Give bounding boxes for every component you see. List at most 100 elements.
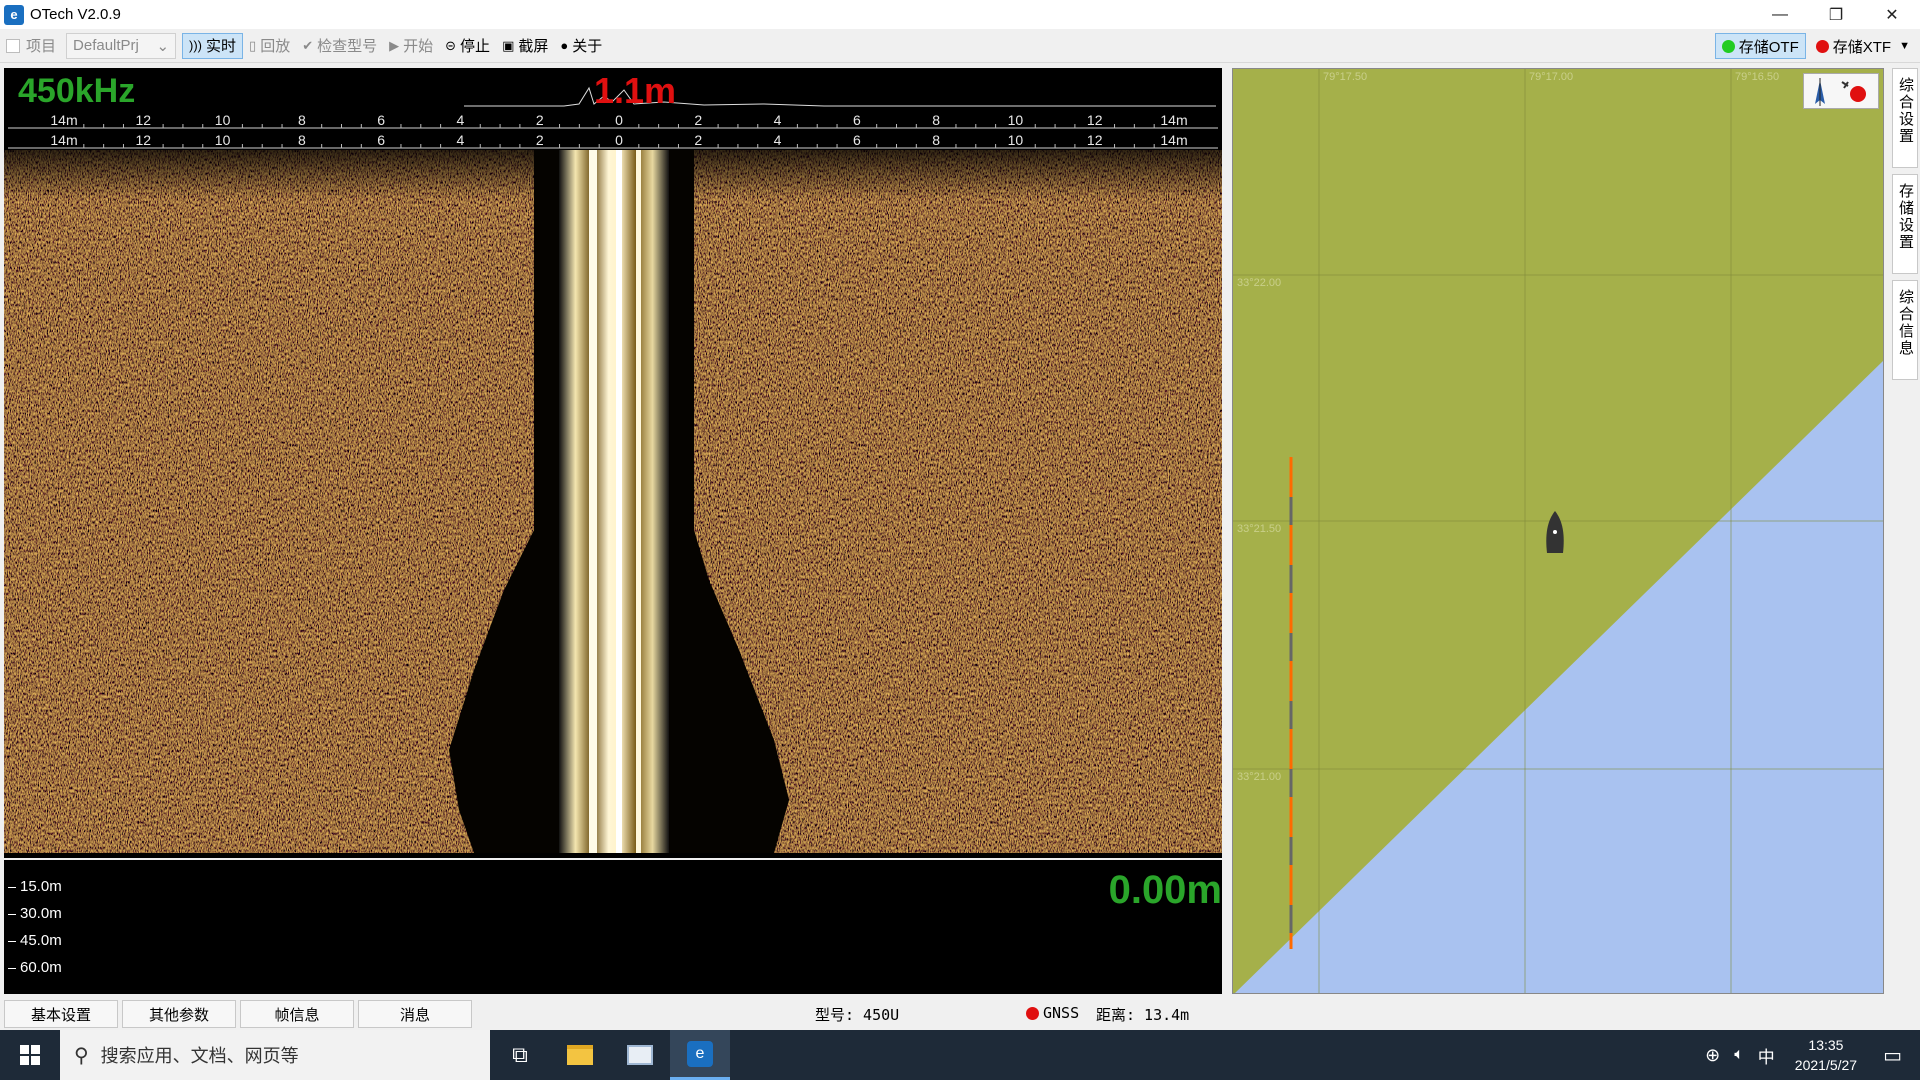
side-tab-general-settings[interactable]: 综合设置: [1892, 68, 1918, 168]
taskbar: ⚲ 搜索应用、文档、网页等 ⧉ e ⊕ 🔈︎ 中 13:35 2021/5/27…: [0, 1030, 1920, 1080]
store-otf-label: 存储OTF: [1738, 38, 1799, 56]
lat-label-3: 33°21.00: [1237, 771, 1282, 783]
ruler-tick-label: 12: [1087, 112, 1103, 128]
chevron-down-icon: ⌄: [156, 37, 170, 55]
realtime-label: 实时: [206, 38, 237, 55]
windows-logo-icon: [20, 1045, 40, 1065]
distance-status: 距离: 13.4m: [1096, 1006, 1190, 1024]
ruler-tick-label: 4: [774, 112, 782, 128]
sidescan-image[interactable]: [4, 150, 1222, 853]
side-tab-label: 综合信息: [1897, 289, 1914, 357]
side-tab-storage-settings[interactable]: 存储设置: [1892, 174, 1918, 274]
ruler-tick-label: 10: [1008, 132, 1024, 148]
tab-basic-settings[interactable]: 基本设置: [4, 1000, 118, 1028]
playback-icon: ▯: [249, 37, 257, 53]
sonar-panel: 450kHz 1.1m 14m 12 10 8 6 4 2 0 2 4 6 8 10 12 14m 14m 12…: [4, 68, 1222, 858]
ruler-tick-label: 0: [615, 112, 623, 128]
title-bar: e OTech V2.0.9 — ❐ ✕: [0, 0, 1920, 29]
restore-button[interactable]: ❐: [1808, 0, 1864, 29]
check-icon: ✔: [302, 37, 314, 53]
depth-panel: 15.0m 30.0m 45.0m 60.0m 0.00m: [4, 860, 1222, 994]
file-explorer-icon[interactable]: [550, 1030, 610, 1080]
ruler-tick-label: 0: [615, 132, 623, 148]
gnss-status: GNSS: [1026, 1004, 1079, 1022]
project-checkbox[interactable]: 项目: [0, 33, 62, 59]
ruler-tick-label: 8: [298, 112, 306, 128]
ruler-tick-label: 6: [377, 112, 385, 128]
map-panel[interactable]: 79°17.50 79°17.00 79°16.50 33°22.00 33°2…: [1232, 68, 1884, 994]
compass-control[interactable]: [1803, 73, 1879, 109]
screenshot-button[interactable]: ▣ 截屏: [496, 33, 554, 59]
ime-indicator[interactable]: 中: [1758, 1043, 1775, 1068]
about-button[interactable]: ● 关于: [554, 33, 608, 59]
gnss-label: GNSS: [1043, 1004, 1080, 1022]
play-icon: ▶: [389, 37, 400, 53]
taskbar-search[interactable]: ⚲ 搜索应用、文档、网页等: [60, 1030, 490, 1080]
ruler-tick-label: 2: [536, 132, 544, 148]
gnss-indicator-icon: [1026, 1006, 1039, 1020]
stop-label: 停止: [460, 38, 491, 55]
altitude-readout: 1.1m: [594, 70, 677, 111]
realtime-button[interactable]: ))) 实时: [182, 32, 244, 59]
network-globe-icon[interactable]: ⊕: [1705, 1045, 1720, 1066]
ruler-tick-label: 8: [298, 132, 306, 148]
status-red-icon: [1815, 39, 1829, 53]
ruler-tick-label: 6: [377, 132, 385, 148]
ruler-tick-label: 14m: [1160, 132, 1187, 148]
depth-tick-1: 15.0m: [8, 878, 62, 895]
stop-button[interactable]: ⊝ 停止: [439, 33, 496, 59]
toolbar: 项目 DefaultPrj ⌄ ))) 实时 ▯ 回放 ✔ 检查型号 ▶ 开始 …: [0, 29, 1920, 63]
start-button[interactable]: [0, 1030, 60, 1080]
ruler-tick-label: 12: [1087, 132, 1103, 148]
dropdown-arrow-icon[interactable]: ▼: [1899, 40, 1910, 52]
ruler-tick-label: 2: [694, 112, 702, 128]
project-value: DefaultPrj: [73, 37, 139, 54]
project-select[interactable]: DefaultPrj ⌄: [66, 32, 177, 59]
ruler-tick-label: 12: [135, 112, 151, 128]
store-xtf-button[interactable]: 存储XTF ▼: [1810, 33, 1916, 59]
task-view-icon[interactable]: ⧉: [490, 1030, 550, 1080]
depth-tick-4: 60.0m: [8, 959, 62, 976]
info-icon: ●: [560, 38, 569, 53]
sonar-header: 450kHz 1.1m: [4, 68, 1222, 112]
status-green-icon: [1721, 39, 1735, 53]
playback-label: 回放: [260, 38, 291, 55]
store-otf-button[interactable]: 存储OTF: [1714, 33, 1806, 59]
screenshot-label: 截屏: [518, 38, 549, 55]
tab-other-params[interactable]: 其他参数: [122, 1000, 236, 1028]
clock[interactable]: 13:35 2021/5/27: [1795, 1035, 1857, 1075]
tab-frame-info[interactable]: 帧信息: [240, 1000, 354, 1028]
side-tab-general-info[interactable]: 综合信息: [1892, 280, 1918, 380]
lon-label-1: 79°17.50: [1323, 71, 1368, 83]
volume-icon[interactable]: 🔈︎: [1734, 1046, 1744, 1064]
about-label: 关于: [572, 38, 603, 55]
checkbox-icon: [6, 38, 20, 53]
ruler-tick-label: 10: [215, 132, 231, 148]
app-window-icon[interactable]: [610, 1030, 670, 1080]
ruler-tick-label: 14m: [1160, 112, 1187, 128]
ruler-tick-label: 4: [774, 132, 782, 148]
ruler-tick-label: 2: [694, 132, 702, 148]
stop-icon: ⊝: [445, 37, 457, 53]
playback-button[interactable]: ▯ 回放: [243, 33, 296, 59]
minimize-button[interactable]: —: [1752, 0, 1808, 29]
ruler-tick-label: 14m: [50, 112, 77, 128]
ruler-tick-label: 6: [853, 132, 861, 148]
otech-taskbar-icon[interactable]: e: [670, 1030, 730, 1080]
lon-label-2: 79°17.00: [1529, 71, 1574, 83]
close-button[interactable]: ✕: [1864, 0, 1920, 29]
ruler-tick-label: 14m: [50, 132, 77, 148]
depth-readout: 0.00m: [1108, 868, 1222, 912]
notification-icon[interactable]: ▭: [1883, 1043, 1902, 1068]
lon-label-3: 79°16.50: [1735, 71, 1780, 83]
depth-tick-2: 30.0m: [8, 905, 62, 922]
check-model-button[interactable]: ✔ 检查型号: [296, 33, 383, 59]
start-button[interactable]: ▶ 开始: [383, 33, 439, 59]
ruler-tick-label: 10: [215, 112, 231, 128]
record-icon: [1850, 86, 1866, 102]
system-tray: ⊕ 🔈︎ 中 13:35 2021/5/27 ▭: [1705, 1030, 1920, 1080]
ruler-tick-label: 8: [932, 132, 940, 148]
side-tab-bar: 综合设置 存储设置 综合信息: [1890, 68, 1920, 994]
tab-messages[interactable]: 消息: [358, 1000, 472, 1028]
clock-time: 13:35: [1808, 1037, 1844, 1053]
